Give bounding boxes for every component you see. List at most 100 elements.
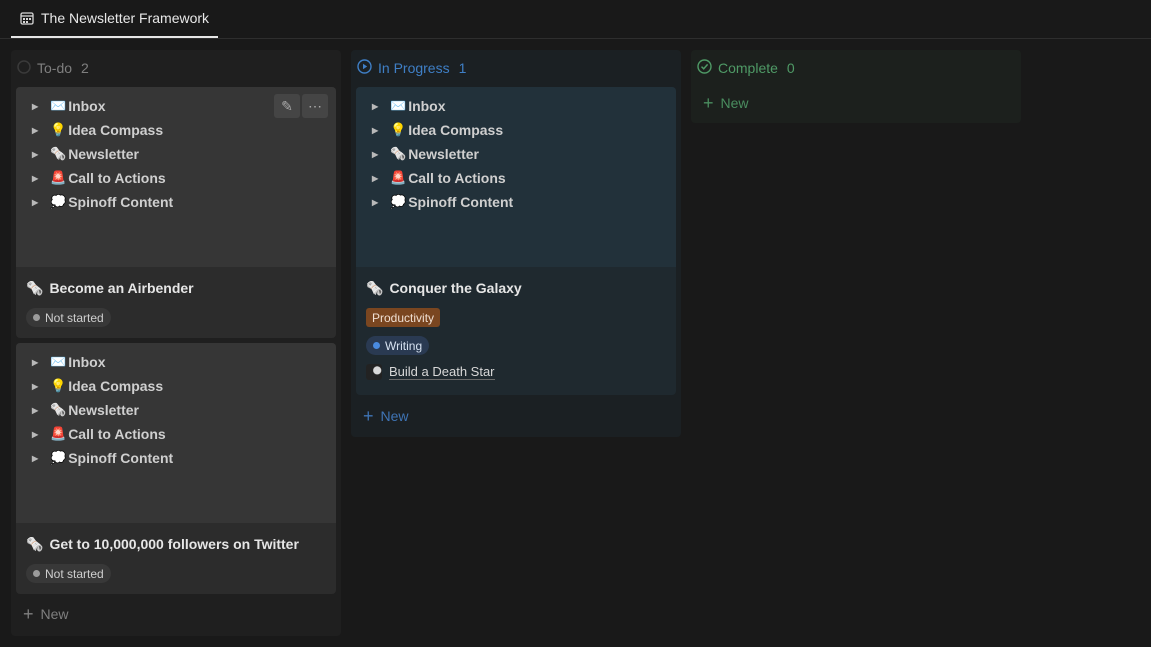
triangle-right-icon: ▶ [32,173,39,183]
view-tab-bar: The Newsletter Framework [0,0,1151,39]
status-dot [373,342,380,349]
tab-newsletter-framework[interactable]: The Newsletter Framework [11,0,219,38]
plus-icon: + [23,604,34,624]
status-text: Not started [45,310,104,325]
toggle-call-to-actions[interactable]: ▶ 🚨 Call to Actions [32,423,166,445]
board-card[interactable]: ▶ ✉️ Inbox ▶ 💡 Idea Compass ▶ 🗞️ Newsletter ▶ 🚨… [356,87,676,395]
toggle-label: Call to Actions [408,170,506,186]
card-body: 🗞️ Become an Airbender Not started [16,267,336,337]
new-card-button-todo[interactable]: + New [23,604,69,624]
column-title: Complete [718,60,778,76]
triangle-right-icon: ▶ [32,453,39,463]
status-badge: Writing [366,336,430,355]
toggle-spinoff-content[interactable]: ▶ 💭 Spinoff Content [32,191,173,213]
newspaper-icon: 🗞️ [50,402,67,417]
toggle-call-to-actions[interactable]: ▶ 🚨 Call to Actions [372,167,506,189]
toggle-label: Spinoff Content [68,194,174,210]
check-circle-icon [697,59,712,77]
toggle-newsletter[interactable]: ▶ 🗞️ Newsletter [32,399,139,421]
edit-pencil-icon[interactable]: ✎ [274,94,300,118]
toggle-idea-compass[interactable]: ▶ 💡 Idea Compass [372,119,503,141]
envelope-icon: ✉️ [50,98,67,113]
toggle-call-to-actions[interactable]: ▶ 🚨 Call to Actions [32,167,166,189]
tab-label: The Newsletter Framework [41,10,210,26]
column-header-in-progress[interactable]: In Progress 1 [357,59,466,77]
new-card-button-in-progress[interactable]: + New [363,406,409,426]
toggle-inbox[interactable]: ▶ ✉️ Inbox [32,95,106,117]
tag-productivity: Productivity [366,308,441,327]
card-body: 🗞️ Conquer the Galaxy Productivity Writin… [356,267,676,390]
newspaper-icon: 🗞️ [26,535,44,552]
card-title: 🗞️ Become an Airbender [26,277,326,299]
card-toolbar: ✎ ⋯ [274,94,328,118]
board-column-in-progress: In Progress 1 ▶ ✉️ Inbox ▶ 💡 Idea Compass ▶ 🗞… [351,50,681,437]
new-label: New [380,408,409,424]
triangle-right-icon: ▶ [372,125,379,135]
status-dot [33,570,40,577]
lightbulb-icon: 💡 [50,122,67,137]
toggle-label: Call to Actions [68,426,166,442]
triangle-right-icon: ▶ [32,405,39,415]
card-title-text: Become an Airbender [49,280,194,296]
plus-icon: + [363,406,374,426]
toggle-label: Inbox [68,354,106,370]
column-title: To-do [37,60,73,76]
status-text: Writing [385,338,423,353]
card-title-text: Conquer the Galaxy [389,280,522,296]
toggle-newsletter[interactable]: ▶ 🗞️ Newsletter [32,143,139,165]
toggle-label: Idea Compass [68,378,164,394]
toggle-label: Inbox [68,98,106,114]
toggle-spinoff-content[interactable]: ▶ 💭 Spinoff Content [372,191,513,213]
card-title: 🗞️ Get to 10,000,000 followers on Twitter [26,533,326,555]
lightbulb-icon: 💡 [50,378,67,393]
relation-link[interactable]: Build a Death Star [366,364,666,380]
toggle-label: Spinoff Content [408,194,514,210]
siren-icon: 🚨 [50,426,67,441]
triangle-right-icon: ▶ [32,125,39,135]
calendar-icon [20,11,34,25]
column-count: 0 [786,60,795,76]
board-card[interactable]: ▶ ✉️ Inbox ▶ 💡 Idea Compass ▶ 🗞️ Newsletter ▶ 🚨… [16,87,336,338]
triangle-right-icon: ▶ [372,197,379,207]
play-circle-icon [357,59,372,77]
board-column-todo: To-do 2 ▶ ✉️ Inbox ▶ 💡 Idea Compass ▶ 🗞️ Newsl… [11,50,341,636]
board-card[interactable]: ▶ ✉️ Inbox ▶ 💡 Idea Compass ▶ 🗞️ Newsletter ▶ 🚨… [16,343,336,594]
newspaper-icon: 🗞️ [366,279,384,296]
siren-icon: 🚨 [390,170,407,185]
thought-bubble-icon: 💭 [390,194,407,209]
triangle-right-icon: ▶ [32,429,39,439]
envelope-icon: ✉️ [390,98,407,113]
toggle-label: Idea Compass [68,122,164,138]
toggle-label: Newsletter [68,146,139,162]
toggle-inbox[interactable]: ▶ ✉️ Inbox [32,351,106,373]
column-count: 1 [458,60,467,76]
triangle-right-icon: ▶ [372,149,379,159]
card-preview: ▶ ✉️ Inbox ▶ 💡 Idea Compass ▶ 🗞️ Newsletter ▶ 🚨… [16,343,336,523]
new-card-button-complete[interactable]: + New [703,94,749,112]
toggle-idea-compass[interactable]: ▶ 💡 Idea Compass [32,119,163,141]
new-label: New [40,606,69,622]
triangle-right-icon: ▶ [32,197,39,207]
column-header-todo[interactable]: To-do 2 [17,59,89,77]
more-options-icon[interactable]: ⋯ [302,94,328,118]
status-badge: Not started [26,564,111,583]
newspaper-icon: 🗞️ [390,146,407,161]
triangle-right-icon: ▶ [372,101,379,111]
toggle-inbox[interactable]: ▶ ✉️ Inbox [372,95,446,117]
triangle-right-icon: ▶ [32,381,39,391]
toggle-spinoff-content[interactable]: ▶ 💭 Spinoff Content [32,447,173,469]
status-badge: Not started [26,308,111,327]
thought-bubble-icon: 💭 [50,450,67,465]
status-text: Not started [45,566,104,581]
toggle-idea-compass[interactable]: ▶ 💡 Idea Compass [32,375,163,397]
triangle-right-icon: ▶ [32,357,39,367]
column-header-complete[interactable]: Complete 0 [697,59,795,77]
column-title: In Progress [378,60,450,76]
toggle-label: Call to Actions [68,170,166,186]
newspaper-icon: 🗞️ [26,279,44,296]
toggle-newsletter[interactable]: ▶ 🗞️ Newsletter [372,143,479,165]
card-title-text: Get to 10,000,000 followers on Twitter [49,536,299,552]
page-thumbnail-icon [366,364,382,380]
card-body: 🗞️ Get to 10,000,000 followers on Twitter… [16,523,336,593]
board-column-complete: Complete 0 + New [691,50,1021,123]
